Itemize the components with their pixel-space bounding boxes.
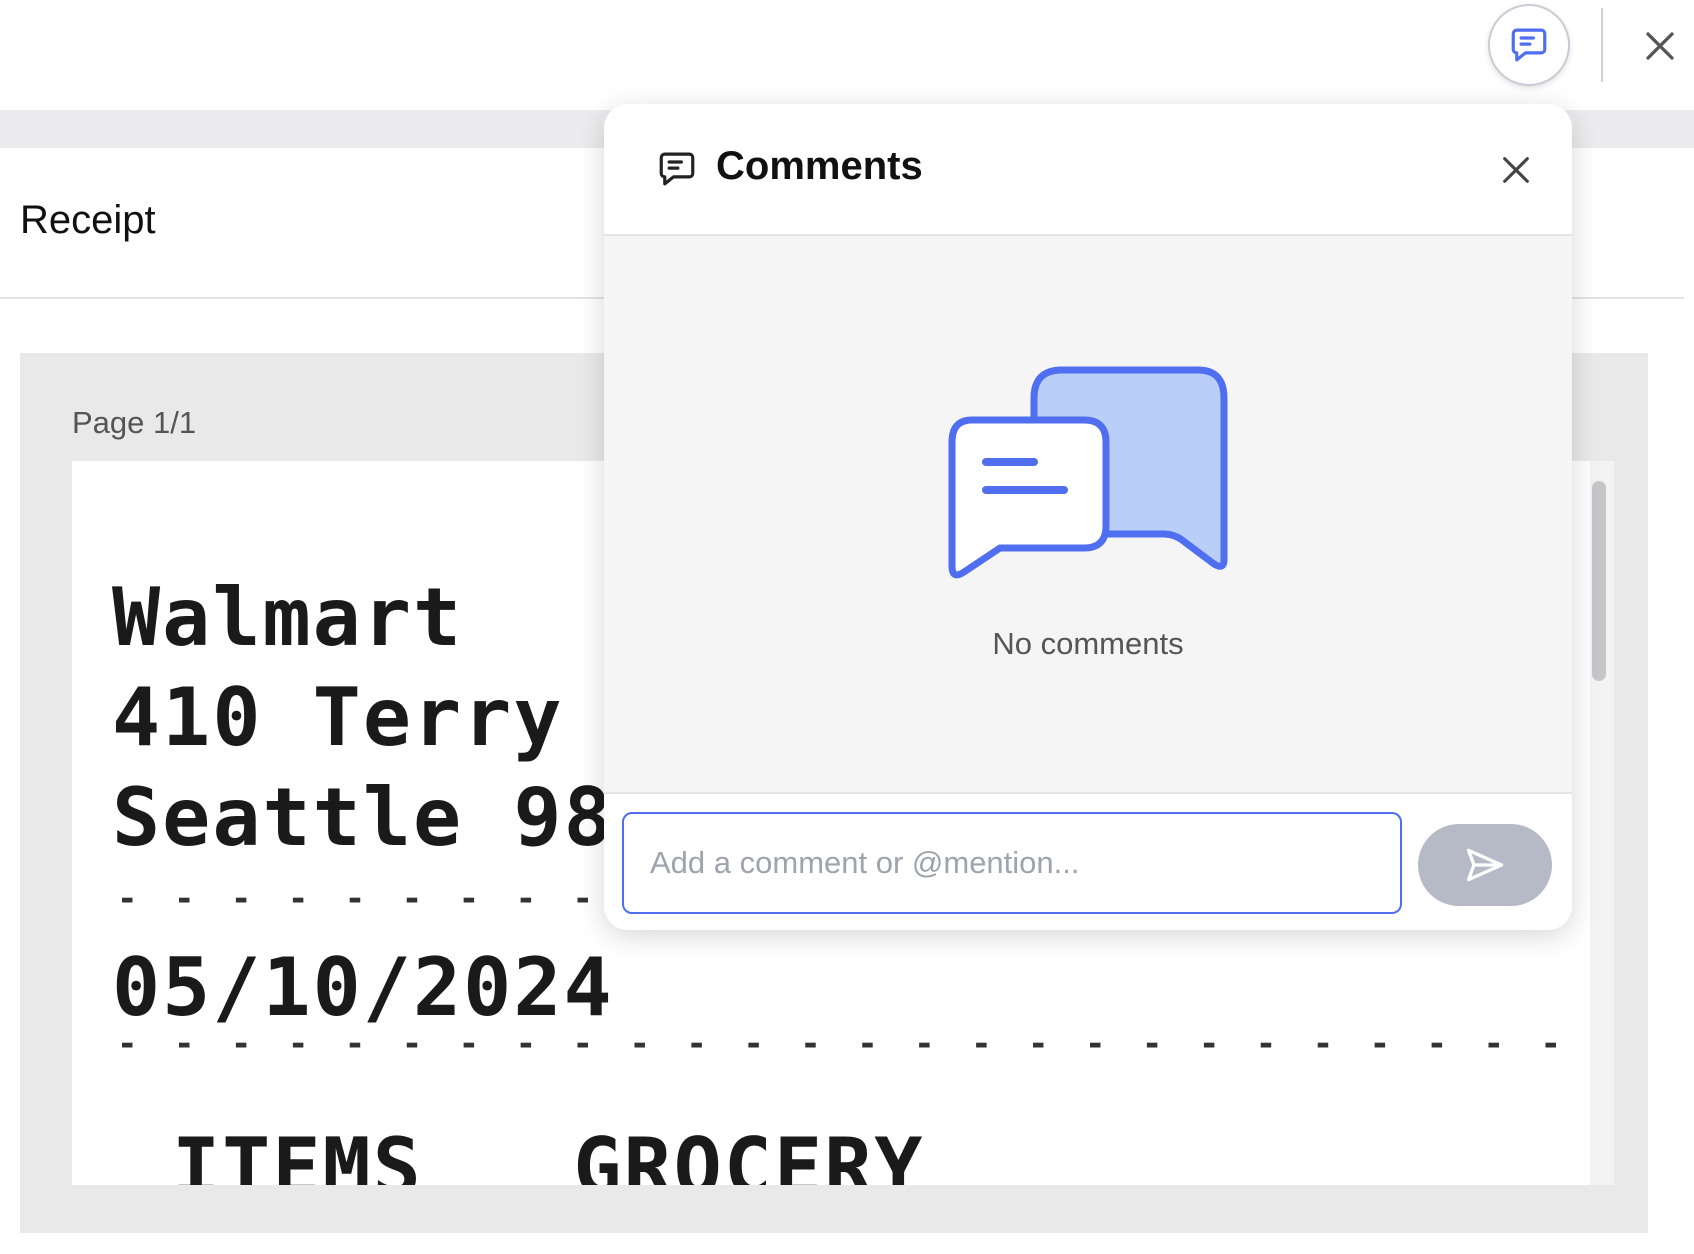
- close-icon: [1646, 32, 1674, 60]
- comment-composer: [604, 792, 1572, 930]
- close-window-button[interactable]: [1636, 22, 1684, 70]
- receipt-store-name: Walmart: [112, 571, 464, 664]
- viewer-scrollbar-thumb[interactable]: [1592, 481, 1606, 681]
- receipt-text: Walmart 410 Terry Ave Seattle 98109 05/1…: [112, 461, 922, 1185]
- toolbar-divider: [1601, 8, 1603, 82]
- receipt-partial-line: ITEMS GROCERY: [172, 1121, 925, 1185]
- page-title: Receipt: [20, 198, 156, 242]
- receipt-date: 05/10/2024: [112, 941, 614, 1034]
- receipt-divider: - - - - - - - - - - - - - - - - - - - - …: [117, 1024, 1614, 1064]
- top-bar: [0, 0, 1694, 110]
- comment-input[interactable]: [622, 812, 1402, 914]
- chat-bubbles-illustration-icon: [948, 366, 1228, 579]
- send-icon: [1466, 848, 1504, 882]
- close-comments-button[interactable]: [1492, 146, 1540, 194]
- comment-bubble-icon: [1511, 28, 1547, 62]
- page-indicator: Page 1/1: [72, 405, 197, 440]
- empty-state-text: No comments: [992, 626, 1184, 661]
- comments-list: No comments: [604, 236, 1572, 792]
- comments-panel-header: Comments: [604, 104, 1572, 236]
- comments-toggle-button[interactable]: [1488, 4, 1570, 86]
- close-icon: [1503, 157, 1529, 183]
- comments-panel-title: Comments: [716, 144, 923, 188]
- send-comment-button[interactable]: [1418, 824, 1552, 906]
- comment-bubble-icon: [659, 152, 695, 186]
- comments-panel: Comments No comments: [604, 104, 1572, 930]
